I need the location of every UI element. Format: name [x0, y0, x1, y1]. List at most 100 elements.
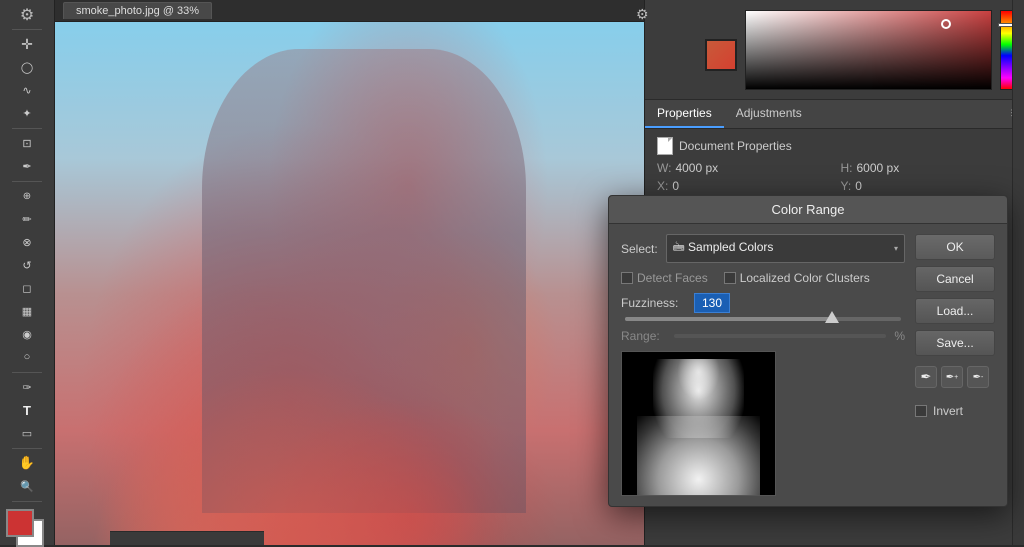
- fuzziness-slider-thumb[interactable]: [825, 311, 839, 323]
- toolbar-left: ⚙ ✛ ◯ ∿ ✦ ⊡ ✒ ⊕ ✏ ⊗ ↺ ◻ ▦ ◉ ○ ✑ T ▭ ✋ 🔍: [0, 0, 55, 545]
- toolbar-separator-3: [12, 181, 42, 182]
- dialog-left: Select: 🖮 Sampled Colors ▾ Detect Faces …: [621, 234, 905, 496]
- eyedropper-tools-row: ✒ ✒+ ✒-: [915, 366, 995, 388]
- clone-stamp-tool[interactable]: ⊗: [13, 232, 41, 253]
- fuzziness-slider-fill: [625, 317, 832, 321]
- color-gradient-picker[interactable]: [745, 10, 992, 90]
- preview-head: [668, 359, 729, 402]
- fuzziness-value-input[interactable]: 130: [694, 293, 730, 313]
- blur-tool[interactable]: ◉: [13, 324, 41, 345]
- eyedropper-add-icon[interactable]: ✒+: [941, 366, 963, 388]
- gear-icon[interactable]: ⚙: [13, 4, 41, 25]
- shape-tool[interactable]: ▭: [13, 423, 41, 444]
- range-slider[interactable]: [674, 334, 886, 338]
- crop-tool[interactable]: ⊡: [13, 133, 41, 154]
- document-icon: [657, 137, 673, 155]
- range-percent: %: [894, 329, 905, 343]
- gradient-tool[interactable]: ▦: [13, 301, 41, 322]
- width-value: 4000 px: [675, 161, 718, 175]
- invert-label: Invert: [933, 404, 963, 418]
- x-label: X:: [657, 179, 668, 193]
- toolbar-separator-1: [12, 29, 42, 30]
- height-value: 6000 px: [857, 161, 900, 175]
- invert-row: Invert: [915, 404, 995, 418]
- eyedropper-tool[interactable]: ✒: [13, 156, 41, 177]
- color-picker-handle[interactable]: [941, 19, 951, 29]
- select-row: Select: 🖮 Sampled Colors ▾: [621, 234, 905, 263]
- brush-tool[interactable]: ✏: [13, 209, 41, 230]
- eyedropper-sample-icon[interactable]: ✒: [915, 366, 937, 388]
- fuzziness-slider-track[interactable]: [625, 317, 901, 321]
- tab-adjustments[interactable]: Adjustments: [724, 100, 814, 128]
- hand-tool[interactable]: ✋: [13, 453, 41, 474]
- height-label: H:: [841, 161, 853, 175]
- properties-tabs: Properties Adjustments ≡: [645, 100, 1024, 129]
- invert-checkbox[interactable]: [915, 405, 927, 417]
- canvas-image: [55, 22, 644, 545]
- width-label: W:: [657, 161, 671, 175]
- y-label: Y:: [841, 179, 852, 193]
- eraser-tool[interactable]: ◻: [13, 278, 41, 299]
- color-swatches: [6, 509, 48, 541]
- cancel-button[interactable]: Cancel: [915, 266, 995, 292]
- y-value: 0: [855, 179, 862, 193]
- doc-props-title-row: Document Properties: [657, 137, 1012, 155]
- toolbar-separator-2: [12, 128, 42, 129]
- select-sampled-colors-dropdown[interactable]: 🖮 Sampled Colors ▾: [666, 234, 905, 263]
- pen-tool[interactable]: ✑: [13, 377, 41, 398]
- localized-clusters-checkbox[interactable]: [724, 272, 736, 284]
- history-brush-tool[interactable]: ↺: [13, 255, 41, 276]
- doc-props-title: Document Properties: [679, 139, 792, 153]
- toolbar-separator-5: [12, 448, 42, 449]
- zoom-tool[interactable]: 🔍: [13, 476, 41, 497]
- right-scrollbar[interactable]: [1012, 0, 1024, 545]
- foreground-color-swatch[interactable]: [6, 509, 34, 537]
- detect-faces-label: Detect Faces: [637, 271, 708, 285]
- y-field: Y: 0: [841, 179, 1013, 193]
- canvas-area[interactable]: smoke_photo.jpg @ 33%: [55, 0, 644, 545]
- save-button[interactable]: Save...: [915, 330, 995, 356]
- preview-smoke-bottom: [637, 416, 759, 495]
- magic-wand-tool[interactable]: ✦: [13, 103, 41, 124]
- range-row: Range: %: [621, 329, 905, 343]
- panel-spacer: [663, 28, 677, 42]
- select-label: Select:: [621, 242, 658, 256]
- color-swatch-preview[interactable]: [705, 39, 737, 71]
- canvas-bottom-scrollbar[interactable]: [110, 531, 264, 545]
- x-value: 0: [672, 179, 679, 193]
- preview-image: [622, 352, 775, 495]
- text-tool[interactable]: T: [13, 400, 41, 421]
- document-properties-panel: Document Properties W: 4000 px H: 6000 p…: [645, 129, 1024, 201]
- move-tool[interactable]: ✛: [13, 34, 41, 55]
- select-value: 🖮 Sampled Colors: [673, 238, 774, 259]
- dodge-tool[interactable]: ○: [13, 347, 41, 368]
- localized-color-clusters-option[interactable]: Localized Color Clusters: [724, 271, 870, 285]
- canvas-tab-bar: smoke_photo.jpg @ 33%: [55, 0, 644, 22]
- dialog-body: Select: 🖮 Sampled Colors ▾ Detect Faces …: [609, 224, 1007, 506]
- dialog-right: OK Cancel Load... Save... ✒ ✒+ ✒- Invert: [915, 234, 995, 496]
- app-container: ⚙ ✛ ◯ ∿ ✦ ⊡ ✒ ⊕ ✏ ⊗ ↺ ◻ ▦ ◉ ○ ✑ T ▭ ✋ 🔍: [0, 0, 1024, 545]
- ok-button[interactable]: OK: [915, 234, 995, 260]
- selection-ellipse-tool[interactable]: ◯: [13, 57, 41, 78]
- color-picker-area: ⚙: [645, 0, 1024, 100]
- eyedropper-subtract-icon[interactable]: ✒-: [967, 366, 989, 388]
- toolbar-separator-6: [12, 501, 42, 502]
- load-button[interactable]: Load...: [915, 298, 995, 324]
- x-field: X: 0: [657, 179, 829, 193]
- range-label: Range:: [621, 329, 666, 343]
- color-range-dialog: Color Range Select: 🖮 Sampled Colors ▾ D…: [608, 195, 1008, 507]
- panel-settings-icon[interactable]: ⚙: [636, 6, 649, 23]
- fuzziness-row: Fuzziness: 130: [621, 293, 905, 313]
- lasso-tool[interactable]: ∿: [13, 80, 41, 101]
- canvas-tab[interactable]: smoke_photo.jpg @ 33%: [63, 2, 212, 19]
- detect-faces-checkbox[interactable]: [621, 272, 633, 284]
- dialog-title: Color Range: [609, 196, 1007, 224]
- fuzziness-label: Fuzziness:: [621, 296, 686, 310]
- tab-properties[interactable]: Properties: [645, 100, 724, 128]
- detect-faces-option[interactable]: Detect Faces: [621, 271, 708, 285]
- fuzziness-slider-container: [621, 317, 905, 321]
- smoke-layer-2: [55, 240, 644, 545]
- healing-brush-tool[interactable]: ⊕: [13, 186, 41, 207]
- chevron-down-icon: ▾: [894, 244, 898, 253]
- localized-clusters-label: Localized Color Clusters: [740, 271, 870, 285]
